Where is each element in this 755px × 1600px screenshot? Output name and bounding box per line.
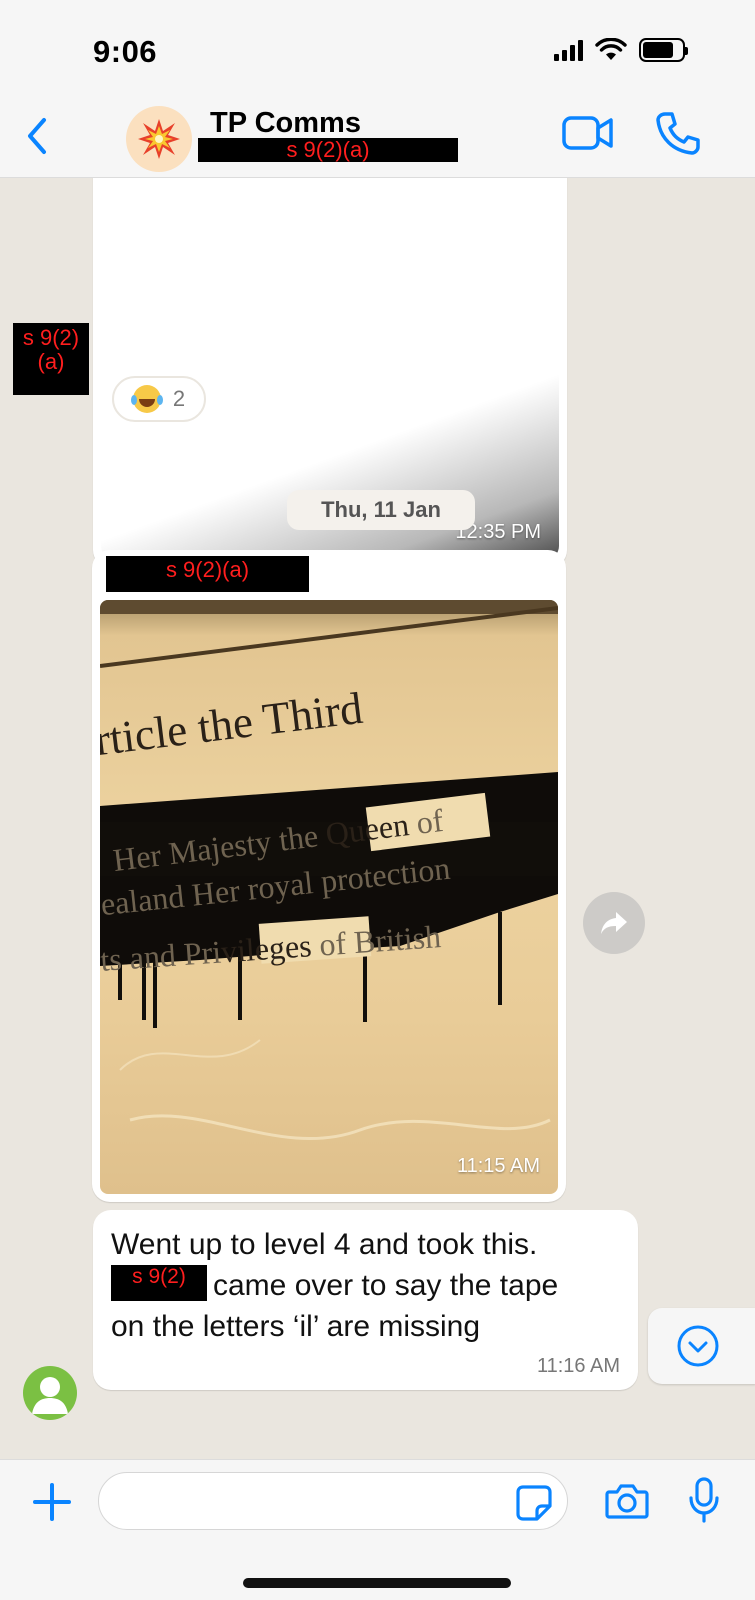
photo-text-fragment: ts and bbox=[100, 936, 177, 978]
text-message[interactable]: Went up to level 4 and took this. s 9(2)… bbox=[93, 1210, 638, 1390]
date-separator: Thu, 11 Jan bbox=[287, 490, 475, 530]
redaction-label: (a) bbox=[37, 349, 65, 374]
plus-icon[interactable] bbox=[32, 1482, 72, 1522]
photo-text-fragment: vileges bbox=[219, 927, 313, 970]
photo-text-fragment: of British bbox=[318, 918, 443, 963]
chat-area[interactable]: 12:35 PM 2 s 9(2) (a) Thu, 11 Jan s 9(2)… bbox=[0, 178, 755, 1459]
status-bar: 9:06 bbox=[0, 0, 755, 100]
video-camera-icon[interactable] bbox=[562, 114, 614, 152]
avatar[interactable] bbox=[23, 1366, 77, 1420]
chevron-down-circle-icon bbox=[677, 1325, 719, 1367]
photo-text-fragment: of bbox=[414, 801, 446, 841]
explosion-icon bbox=[138, 119, 180, 159]
message-line: Went up to level 4 and took this. bbox=[111, 1228, 538, 1261]
redaction-block: s 9(2)(a) bbox=[198, 138, 458, 162]
composer-bar bbox=[0, 1459, 755, 1600]
camera-icon[interactable] bbox=[605, 1482, 649, 1520]
message-body: Went up to level 4 and took this. s 9(2)… bbox=[111, 1224, 626, 1347]
message-line-text: came over to say the tape bbox=[213, 1269, 559, 1302]
message-input[interactable] bbox=[98, 1472, 568, 1530]
message-time: 11:16 AM bbox=[536, 1355, 620, 1377]
group-avatar[interactable] bbox=[126, 106, 192, 172]
forward-button[interactable] bbox=[583, 892, 645, 954]
scroll-to-bottom-button[interactable] bbox=[648, 1308, 755, 1384]
photo-attachment[interactable]: rticle the Third Her Majesty the Queen o… bbox=[100, 600, 558, 1194]
wifi-icon bbox=[595, 38, 627, 60]
status-icons bbox=[554, 38, 688, 62]
phone-icon[interactable] bbox=[655, 110, 701, 156]
cellular-signal-icon bbox=[554, 39, 583, 61]
sticker-icon[interactable] bbox=[515, 1484, 553, 1522]
face-with-tears-of-joy-icon bbox=[130, 385, 161, 413]
redaction-block: s 9(2) (a) bbox=[13, 323, 89, 395]
person-icon bbox=[32, 1377, 68, 1414]
sender-redaction: s 9(2)(a) bbox=[106, 556, 309, 592]
chevron-left-icon[interactable] bbox=[22, 114, 52, 158]
status-time: 9:06 bbox=[93, 34, 158, 69]
photo-text-fragment: the bbox=[276, 817, 320, 858]
forward-arrow-icon bbox=[601, 912, 627, 934]
microphone-icon[interactable] bbox=[688, 1476, 720, 1524]
battery-icon bbox=[639, 38, 688, 62]
photo-text-fragment: Pri bbox=[182, 933, 223, 973]
message-time: 11:15 AM bbox=[456, 1155, 540, 1177]
image-message[interactable]: s 9(2)(a) rticle the Third Her Majesty t… bbox=[92, 550, 566, 1202]
reaction-badge[interactable]: 2 bbox=[112, 376, 206, 422]
contact-name[interactable]: TP Comms bbox=[210, 107, 361, 140]
inline-redaction: s 9(2) bbox=[111, 1265, 207, 1301]
chat-header: TP Comms s 9(2)(a) bbox=[0, 100, 755, 178]
message-line: on the letters ‘il’ are missing bbox=[111, 1310, 481, 1343]
message-line: s 9(2) came over to say the tape bbox=[111, 1265, 626, 1306]
redaction-label: s 9(2) bbox=[22, 325, 80, 350]
home-indicator bbox=[243, 1578, 511, 1588]
reaction-count: 2 bbox=[172, 386, 186, 411]
